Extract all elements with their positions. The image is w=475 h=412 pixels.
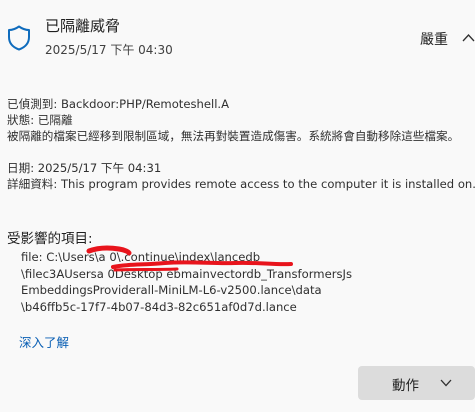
affected-path-line: \filec3AUsersa 0Desktop ebmainvectordb_T… — [21, 266, 352, 281]
affected-items-heading: 受影響的項目: — [7, 231, 93, 247]
status-line: 狀態: 已隔離 — [7, 113, 73, 127]
affected-items-list: file: C:\Users\a 0\.continue\index\lance… — [21, 249, 475, 315]
threat-details: 已偵測到: Backdoor:PHP/Remoteshell.A 狀態: 已隔離… — [7, 96, 475, 192]
affected-path-line: file: C:\Users\a 0\.continue\index\lance… — [21, 250, 261, 264]
severity-label: 嚴重 — [420, 32, 448, 48]
description-line: 被隔離的檔案已經移到限制區域，無法再對裝置造成傷害。系統將會自動移除這些檔案。 — [7, 129, 460, 143]
action-button-label: 動作 — [392, 378, 419, 394]
affected-path-line: EmbeddingsProviderall-MiniLM-L6-v2500.la… — [21, 283, 322, 297]
threat-timestamp: 2025/5/17 下午 04:30 — [45, 43, 173, 57]
chevron-down-icon — [440, 379, 452, 387]
detected-line: 已偵測到: Backdoor:PHP/Remoteshell.A — [7, 97, 230, 111]
affected-path-line: \b46ffb5c-17f7-4b07-84d3-82c651af0d7d.la… — [21, 299, 297, 314]
threat-details-panel: 已隔離威脅 2025/5/17 下午 04:30 嚴重 已偵測到: Backdo… — [0, 0, 475, 412]
learn-more-link[interactable]: 深入了解 — [19, 332, 69, 351]
date-line: 日期: 2025/5/17 下午 04:31 — [7, 161, 162, 175]
action-button[interactable]: 動作 — [358, 366, 475, 400]
threat-title: 已隔離威脅 — [45, 17, 121, 35]
info-line: 詳細資料: This program provides remote acces… — [7, 177, 475, 191]
shield-icon — [8, 25, 30, 51]
chevron-up-icon[interactable] — [462, 33, 475, 42]
threat-header[interactable]: 已隔離威脅 2025/5/17 下午 04:30 嚴重 — [0, 0, 475, 70]
